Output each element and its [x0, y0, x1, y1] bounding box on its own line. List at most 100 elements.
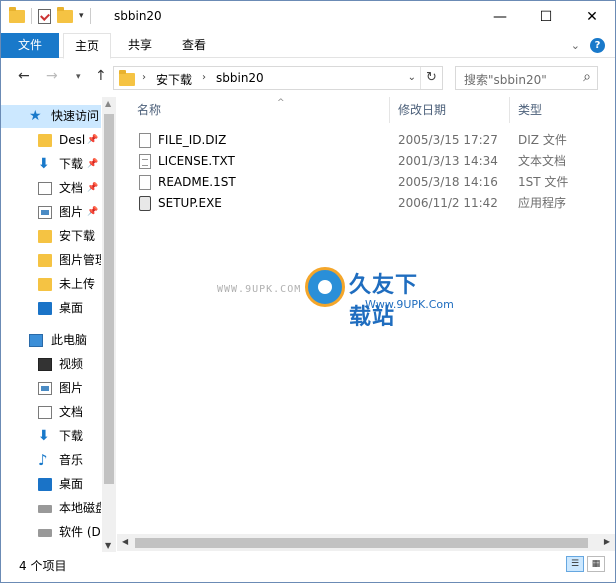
column-header-type[interactable]: 类型 — [518, 101, 542, 118]
desktop-icon — [38, 302, 52, 315]
nav-item-quick-access[interactable]: ★ 快速访问 — [1, 105, 101, 128]
file-date: 2001/3/13 14:34 — [398, 154, 498, 168]
download-arrow-icon: ⬇ — [38, 428, 50, 444]
nav-item-label: 音乐 — [59, 453, 84, 467]
folder-icon — [38, 134, 52, 147]
large-icons-view-icon[interactable]: ▦ — [587, 556, 605, 572]
column-header-date[interactable]: 修改日期 — [398, 101, 446, 118]
nav-item-label: 桌面 — [59, 477, 84, 491]
nav-item-local-disk[interactable]: 本地磁盘 — [1, 497, 101, 520]
column-header-name[interactable]: ^ 名称 — [137, 98, 285, 118]
recent-locations-dropdown-icon[interactable]: ▾ — [76, 72, 81, 82]
nav-item-label: 下载 — [59, 429, 84, 443]
nav-item-videos[interactable]: 视频 — [1, 353, 101, 376]
nav-pane-scrollbar[interactable]: ▲ ▼ — [102, 97, 116, 552]
breadcrumb-chevron-icon[interactable]: › — [142, 72, 146, 83]
nav-item-pictures[interactable]: 图片 — [1, 377, 101, 400]
navigation-pane: ★ 快速访问 Desl 📌 ⬇ 下载 📌 文档 📌 图片 📌 安下载 图片管 未… — [1, 97, 116, 552]
scroll-up-icon[interactable]: ▲ — [105, 99, 111, 108]
document-icon — [38, 406, 52, 419]
nav-item-label: Desl — [59, 133, 86, 147]
nav-item-music[interactable]: ♪ 音乐 — [1, 449, 101, 472]
content-horizontal-scrollbar[interactable]: ◀ ▶ — [117, 534, 615, 551]
nav-item-not-uploaded[interactable]: 未上传 — [1, 273, 101, 296]
nav-item-label: 文档 — [59, 405, 84, 419]
nav-item-documents-pinned[interactable]: 文档 📌 — [1, 177, 101, 200]
nav-item-label: 软件 (D — [59, 525, 101, 539]
nav-item-desktop-pinned[interactable]: Desl 📌 — [1, 129, 101, 152]
up-arrow-icon[interactable]: ↑ — [95, 68, 107, 84]
search-box[interactable]: 搜索"sbbin20" ⌕ — [455, 66, 598, 90]
picture-icon — [38, 206, 52, 219]
column-divider[interactable] — [509, 97, 510, 123]
scroll-down-icon[interactable]: ▼ — [105, 541, 111, 550]
desktop-icon — [38, 478, 52, 491]
title-bar: ▾ sbbin20 — ☐ ✕ — [1, 1, 615, 33]
tab-file[interactable]: 文件 — [1, 33, 59, 58]
scrollbar-thumb[interactable] — [135, 538, 588, 548]
file-row[interactable]: README.1ST 2005/3/18 14:16 1ST 文件 — [135, 172, 605, 193]
status-bar: 4 个项目 ☰ ▦ — [1, 552, 615, 582]
properties-icon[interactable] — [38, 8, 51, 24]
explorer-window: ▾ sbbin20 — ☐ ✕ 文件 主页 共享 查看 ⌄ ? ← → ▾ ↑ … — [0, 0, 616, 583]
nav-item-label: 安下载 — [59, 229, 96, 243]
expand-ribbon-chevron-icon[interactable]: ⌄ — [571, 39, 580, 52]
nav-item-anxiazai[interactable]: 安下载 — [1, 225, 101, 248]
file-name: FILE_ID.DIZ — [158, 133, 227, 147]
pin-icon: 📌 — [87, 183, 99, 193]
view-switcher: ☰ ▦ — [566, 556, 605, 572]
pin-icon: 📌 — [87, 159, 99, 169]
maximize-button[interactable]: ☐ — [523, 1, 569, 32]
breadcrumb-chevron-icon[interactable]: › — [202, 72, 206, 83]
tab-view[interactable]: 查看 — [169, 33, 219, 58]
scrollbar-thumb[interactable] — [104, 114, 114, 484]
folder-icon — [9, 6, 25, 23]
file-row[interactable]: LICENSE.TXT 2001/3/13 14:34 文本文档 — [135, 151, 605, 172]
back-arrow-icon[interactable]: ← — [18, 68, 30, 84]
search-icon[interactable]: ⌕ — [583, 69, 591, 85]
file-type: 文本文档 — [518, 154, 567, 168]
nav-item-label: 此电脑 — [51, 333, 88, 347]
column-header-label: 名称 — [137, 103, 162, 117]
tab-share[interactable]: 共享 — [116, 33, 164, 58]
nav-item-picture-manager[interactable]: 图片管理 — [1, 249, 101, 272]
nav-item-label: 桌面 — [59, 301, 84, 315]
column-divider[interactable] — [389, 97, 390, 123]
nav-item-documents[interactable]: 文档 — [1, 401, 101, 424]
folder-icon — [119, 70, 135, 86]
details-view-icon[interactable]: ☰ — [566, 556, 584, 572]
scroll-right-icon[interactable]: ▶ — [604, 537, 610, 546]
nav-item-desktop[interactable]: 桌面 — [1, 297, 101, 320]
help-icon[interactable]: ? — [590, 38, 605, 53]
minimize-button[interactable]: — — [477, 1, 523, 32]
breadcrumb-segment[interactable]: sbbin20 — [216, 71, 264, 85]
nav-item-this-pc[interactable]: 此电脑 — [1, 329, 101, 352]
nav-item-label: 未上传 — [59, 277, 96, 291]
watermark-subtitle: Www.9UPK.Com — [365, 298, 454, 311]
file-type: DIZ 文件 — [518, 133, 567, 147]
file-row[interactable]: SETUP.EXE 2006/11/2 11:42 应用程序 — [135, 193, 605, 214]
scroll-left-icon[interactable]: ◀ — [122, 537, 128, 546]
new-folder-icon[interactable] — [57, 6, 73, 23]
address-dropdown-icon[interactable]: ⌄ — [408, 72, 416, 83]
forward-arrow-icon[interactable]: → — [46, 68, 58, 84]
picture-icon — [38, 382, 52, 395]
nav-item-software-drive[interactable]: 软件 (D — [1, 521, 101, 544]
breadcrumb-segment[interactable]: 安下载 — [156, 71, 192, 88]
nav-item-pictures-pinned[interactable]: 图片 📌 — [1, 201, 101, 224]
nav-item-downloads[interactable]: ⬇ 下载 — [1, 425, 101, 448]
file-row[interactable]: FILE_ID.DIZ 2005/3/15 17:27 DIZ 文件 — [135, 130, 605, 151]
pin-icon: 📌 — [87, 135, 99, 145]
nav-item-label: 视频 — [59, 357, 84, 371]
sort-ascending-icon: ^ — [277, 98, 285, 108]
address-bar[interactable]: › 安下载 › sbbin20 ⌄ ↻ — [113, 66, 443, 90]
customize-toolbar-dropdown[interactable]: ▾ — [79, 11, 84, 21]
nav-item-desktop-pc[interactable]: 桌面 — [1, 473, 101, 496]
tab-home[interactable]: 主页 — [63, 33, 111, 59]
file-date: 2005/3/18 14:16 — [398, 175, 498, 189]
refresh-icon[interactable]: ↻ — [420, 67, 442, 89]
search-placeholder: 搜索"sbbin20" — [464, 73, 547, 87]
nav-item-downloads-pinned[interactable]: ⬇ 下载 📌 — [1, 153, 101, 176]
nav-item-label: 图片 — [59, 205, 84, 219]
close-button[interactable]: ✕ — [569, 1, 615, 32]
